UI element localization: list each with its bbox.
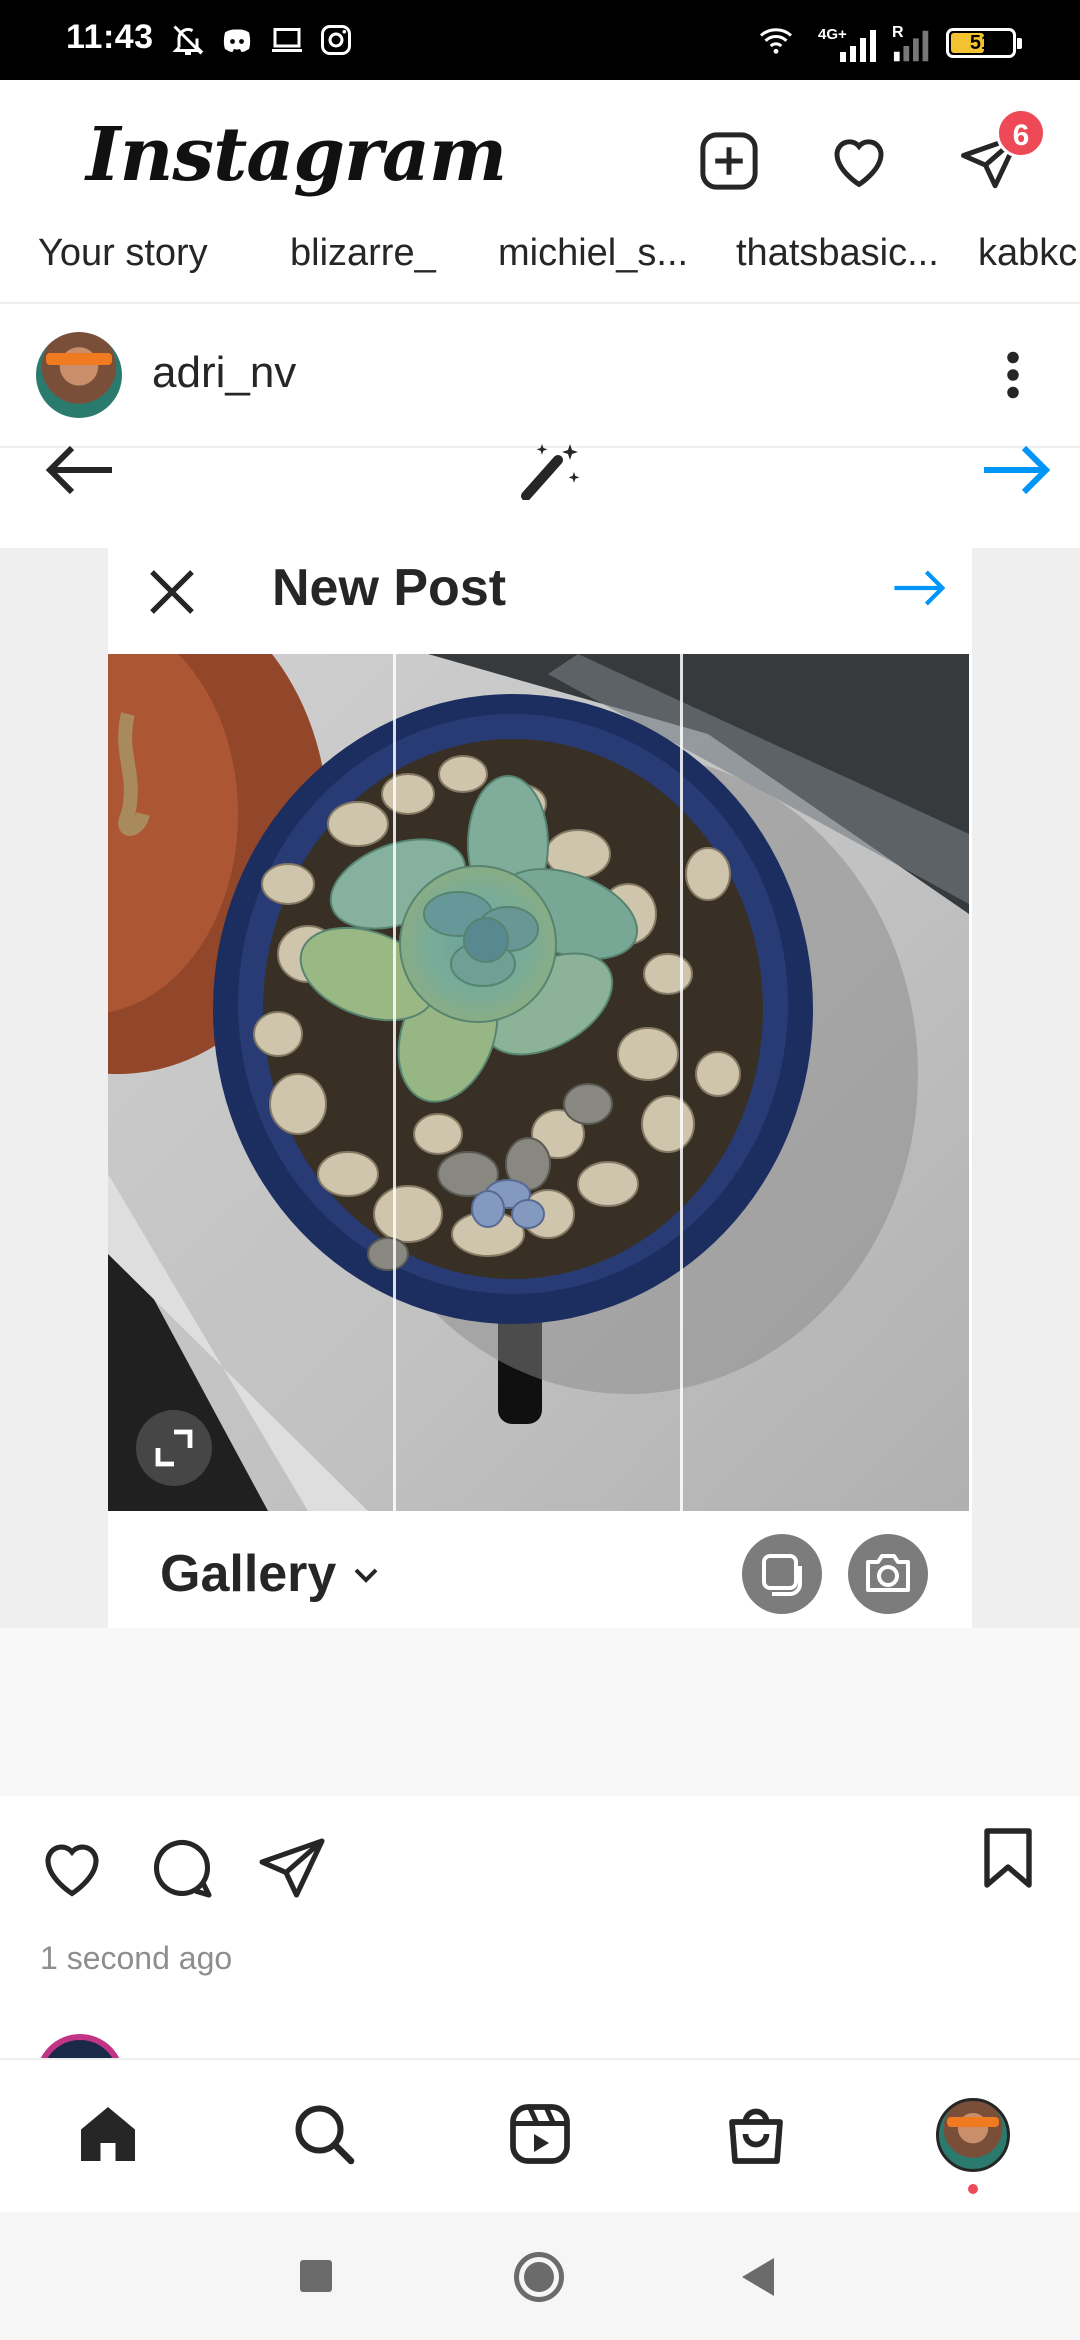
camera-button[interactable] (848, 1534, 928, 1614)
signal-4g-icon (840, 30, 876, 62)
activity-heart-icon[interactable] (826, 128, 892, 194)
back-button[interactable] (742, 2258, 774, 2296)
close-icon[interactable] (140, 560, 204, 624)
instagram-logo: Instagram (86, 112, 507, 198)
shop-icon[interactable] (720, 2098, 792, 2170)
reels-icon[interactable] (504, 2098, 576, 2170)
battery-indicator: 51 (946, 28, 1022, 58)
grid-line (393, 654, 396, 1511)
search-icon[interactable] (288, 2098, 360, 2170)
profile-tab-avatar[interactable] (936, 2098, 1010, 2172)
status-bar: 11:43 4G+ R 51 (0, 0, 1080, 80)
signal-roaming-icon (893, 30, 929, 62)
battery-level: 51 (969, 32, 993, 54)
photo-preview[interactable] (108, 654, 969, 1511)
home-icon[interactable] (72, 2098, 144, 2170)
laptop-icon (272, 28, 302, 52)
new-post-icon[interactable] (696, 128, 762, 194)
more-options-icon[interactable] (1004, 350, 1022, 400)
story-item[interactable]: blizarre_ (290, 232, 436, 275)
post-timestamp: 1 second ago (40, 1940, 233, 1976)
card-next-arrow-icon[interactable] (888, 562, 952, 614)
profile-notification-dot (968, 2184, 978, 2194)
expand-icon (155, 1429, 193, 1467)
post-username[interactable]: adri_nv (152, 348, 296, 398)
back-arrow-icon[interactable] (40, 440, 120, 500)
discord-icon (223, 29, 251, 52)
bookmark-icon[interactable] (972, 1822, 1044, 1894)
succulent-photo (108, 654, 969, 1511)
home-button[interactable] (514, 2252, 564, 2302)
messages-badge: 6 (996, 108, 1046, 158)
comment-icon[interactable] (146, 1832, 218, 1904)
stories-tray: Your story blizarre_ michiel_s... thatsb… (0, 228, 1080, 304)
story-item[interactable]: Your story (38, 232, 208, 275)
story-item[interactable]: michiel_s... (498, 232, 688, 275)
gallery-dropdown[interactable]: Gallery (160, 1544, 336, 1604)
like-heart-icon[interactable] (36, 1832, 108, 1904)
bell-off-icon (172, 25, 204, 55)
recents-button[interactable] (300, 2260, 332, 2292)
instagram-icon (321, 25, 351, 55)
post-author-avatar[interactable] (36, 332, 122, 418)
new-post-title: New Post (272, 559, 507, 617)
multiple-select-icon (762, 1554, 802, 1596)
camera-icon (866, 1554, 910, 1592)
story-item[interactable]: thatsbasic... (736, 232, 939, 275)
select-multiple-button[interactable] (742, 1534, 822, 1614)
story-item[interactable]: kabkc (978, 232, 1077, 275)
grid-line (680, 654, 683, 1511)
share-icon[interactable] (256, 1832, 328, 1904)
post-spacer (0, 1628, 1080, 1796)
status-time: 11:43 (66, 18, 154, 56)
chevron-down-icon[interactable] (350, 1560, 382, 1592)
wifi-icon (760, 28, 792, 54)
expand-crop-button[interactable] (136, 1410, 212, 1486)
next-arrow-icon[interactable] (976, 440, 1056, 500)
magic-wand-icon[interactable] (514, 440, 586, 500)
